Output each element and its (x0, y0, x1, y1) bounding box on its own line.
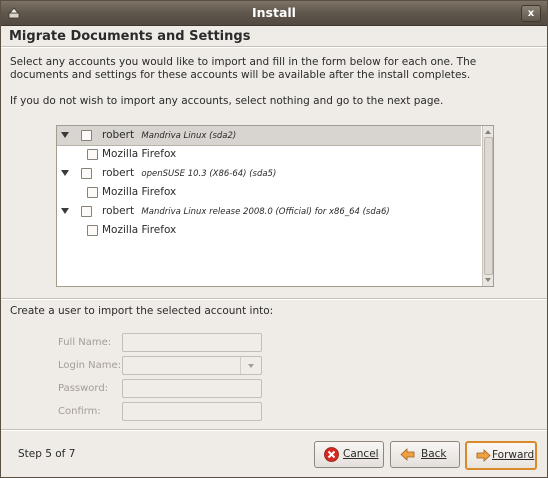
page-heading: Migrate Documents and Settings (9, 29, 251, 44)
account-item-row[interactable]: Mozilla Firefox (57, 145, 481, 164)
arrow-left-icon (400, 448, 415, 461)
cancel-icon (324, 447, 339, 462)
window-close-button[interactable]: x (521, 5, 541, 22)
combo-dropdown-button[interactable] (240, 357, 261, 374)
full-name-label: Full Name: (58, 337, 112, 348)
account-user: robert (102, 129, 135, 141)
scroll-up-icon[interactable] (485, 130, 491, 134)
title-bar: Install x (1, 1, 547, 26)
item-checkbox[interactable] (87, 149, 98, 160)
cancel-label: Cancel (343, 448, 379, 460)
account-row[interactable]: robert Mandriva Linux (sda2) (57, 126, 481, 146)
account-checkbox[interactable] (81, 130, 92, 141)
list-scrollbar[interactable] (482, 126, 493, 286)
account-source: Mandriva Linux (sda2) (141, 131, 237, 141)
login-name-label: Login Name: (58, 360, 122, 371)
back-button[interactable]: Back (390, 441, 460, 468)
item-checkbox[interactable] (87, 187, 98, 198)
login-name-combo[interactable] (122, 356, 262, 375)
back-label: Back (421, 448, 447, 460)
account-item-row[interactable]: Mozilla Firefox (57, 183, 481, 202)
accounts-tree-list[interactable]: robert Mandriva Linux (sda2) Mozilla Fir… (56, 125, 494, 287)
heading-divider (1, 46, 547, 48)
window-title: Install (252, 5, 296, 20)
password-field[interactable] (122, 379, 262, 398)
scrollbar-thumb[interactable] (484, 137, 493, 275)
account-item-label: Mozilla Firefox (102, 148, 177, 160)
intro-line-2: documents and settings for these account… (10, 69, 471, 81)
confirm-password-field[interactable] (122, 402, 262, 421)
account-user: robert (102, 205, 135, 217)
step-indicator: Step 5 of 7 (18, 448, 76, 460)
section-divider (1, 298, 547, 300)
expander-arrow-icon[interactable] (61, 170, 69, 176)
confirm-label: Confirm: (58, 406, 101, 417)
scroll-down-icon[interactable] (485, 278, 491, 282)
footer-divider (1, 429, 547, 431)
full-name-field[interactable] (122, 333, 262, 352)
account-source: openSUSE 10.3 (X86-64) (sda5) (141, 169, 277, 179)
account-item-row[interactable]: Mozilla Firefox (57, 221, 481, 240)
forward-label: Forward (492, 449, 535, 461)
account-source: Mandriva Linux release 2008.0 (Official)… (141, 207, 390, 217)
expander-arrow-icon[interactable] (61, 132, 69, 138)
forward-button[interactable]: Forward (465, 441, 537, 470)
chevron-down-icon (248, 364, 254, 368)
install-window: Install x Migrate Documents and Settings… (0, 0, 548, 478)
expander-arrow-icon[interactable] (61, 208, 69, 214)
intro-line-3: If you do not wish to import any account… (10, 95, 444, 107)
account-row[interactable]: robert openSUSE 10.3 (X86-64) (sda5) (57, 164, 481, 183)
account-item-label: Mozilla Firefox (102, 224, 177, 236)
form-prompt: Create a user to import the selected acc… (10, 305, 274, 317)
account-user: robert (102, 167, 135, 179)
account-item-label: Mozilla Firefox (102, 186, 177, 198)
cancel-button[interactable]: Cancel (314, 441, 384, 468)
arrow-right-icon (476, 449, 491, 462)
password-label: Password: (58, 383, 109, 394)
account-row[interactable]: robert Mandriva Linux release 2008.0 (Of… (57, 202, 481, 221)
intro-line-1: Select any accounts you would like to im… (10, 56, 477, 68)
account-checkbox[interactable] (81, 206, 92, 217)
account-checkbox[interactable] (81, 168, 92, 179)
close-icon: x (527, 8, 535, 19)
item-checkbox[interactable] (87, 225, 98, 236)
